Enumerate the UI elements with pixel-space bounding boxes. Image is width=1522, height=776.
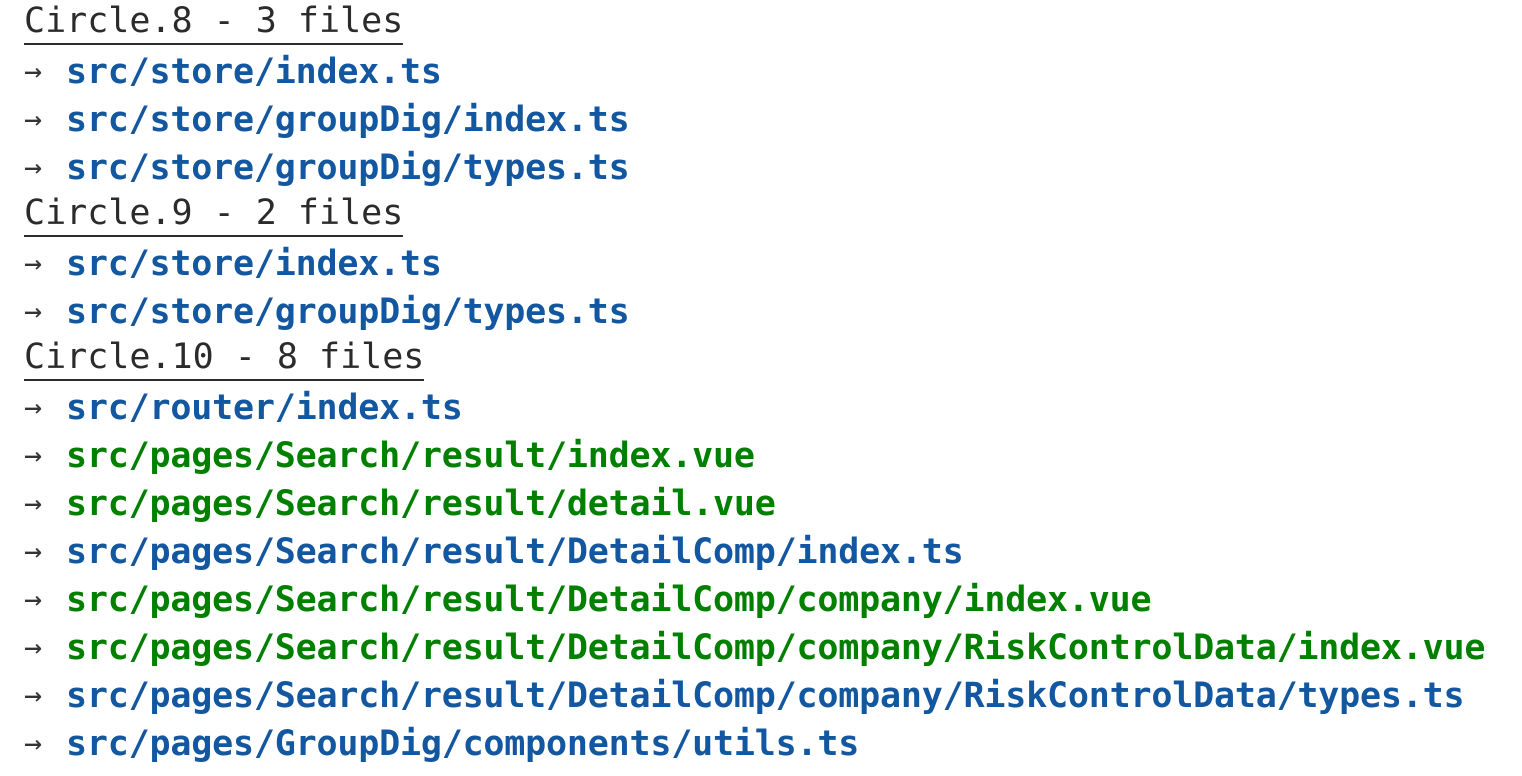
file-row[interactable]: → src/store/index.ts <box>24 240 1522 288</box>
arrow-right-icon: → <box>24 54 43 89</box>
arrow-right-icon: → <box>24 390 43 425</box>
file-row-inner: → src/store/groupDig/index.ts <box>24 96 630 144</box>
arrow-right-icon: → <box>24 486 43 521</box>
arrow-right-icon: → <box>24 246 43 281</box>
file-path-label[interactable]: src/pages/Search/result/detail.vue <box>66 480 776 528</box>
file-row[interactable]: → src/store/groupDig/index.ts <box>24 96 1522 144</box>
file-row[interactable]: → src/pages/Search/result/DetailComp/comp… <box>24 576 1522 624</box>
file-row-inner: → src/store/groupDig/types.ts <box>24 144 630 192</box>
file-row-inner: → src/pages/Search/result/DetailComp/comp… <box>24 624 1485 672</box>
file-path-label[interactable]: src/pages/Search/result/DetailComp/compa… <box>66 624 1485 672</box>
file-row-inner: → src/store/index.ts <box>24 48 442 96</box>
group-header-label: Circle.9 - 2 files <box>24 192 404 237</box>
file-row-inner: → src/pages/Search/result/DetailComp/comp… <box>24 576 1152 624</box>
file-row-inner: → src/pages/Search/result/DetailComp/inde… <box>24 528 964 576</box>
file-row[interactable]: → src/store/index.ts <box>24 48 1522 96</box>
file-row[interactable]: → src/pages/Search/result/DetailComp/comp… <box>24 672 1522 720</box>
group-header: Circle.10 - 8 files <box>24 336 1522 384</box>
file-row-inner: → src/pages/Search/result/index.vue <box>24 432 755 480</box>
file-row-inner: → src/pages/GroupDig/components/utils.ts <box>24 720 859 768</box>
group-header-label: Circle.8 - 3 files <box>24 0 404 45</box>
group-header-label: Circle.10 - 8 files <box>24 336 425 381</box>
file-row[interactable]: → src/pages/Search/result/DetailComp/comp… <box>24 624 1522 672</box>
file-path-label[interactable]: src/store/groupDig/index.ts <box>66 96 630 144</box>
arrow-right-icon: → <box>24 678 43 713</box>
file-row-inner: → src/router/index.ts <box>24 384 463 432</box>
arrow-right-icon: → <box>24 150 43 185</box>
arrow-right-icon: → <box>24 582 43 617</box>
file-path-label[interactable]: src/pages/Search/result/index.vue <box>66 432 755 480</box>
file-row-inner: → src/store/groupDig/types.ts <box>24 288 630 336</box>
arrow-right-icon: → <box>24 726 43 761</box>
file-row-inner: → src/store/index.ts <box>24 240 442 288</box>
file-row[interactable]: → src/store/groupDig/types.ts <box>24 288 1522 336</box>
file-path-label[interactable]: src/pages/Search/result/DetailComp/compa… <box>66 672 1465 720</box>
file-path-label[interactable]: src/store/index.ts <box>66 48 442 96</box>
file-row-inner: → src/pages/Search/result/DetailComp/comp… <box>24 672 1465 720</box>
arrow-right-icon: → <box>24 534 43 569</box>
file-listing-root: Circle.8 - 3 files → src/store/index.ts → sr… <box>0 0 1522 776</box>
group-header: Circle.9 - 2 files <box>24 192 1522 240</box>
arrow-right-icon: → <box>24 294 43 329</box>
file-path-label[interactable]: src/pages/Search/result/DetailComp/compa… <box>66 576 1152 624</box>
group-header: Circle.8 - 3 files <box>24 0 1522 48</box>
file-path-label[interactable]: src/store/index.ts <box>66 240 442 288</box>
arrow-right-icon: → <box>24 438 43 473</box>
file-row[interactable]: → src/store/groupDig/types.ts <box>24 144 1522 192</box>
file-row[interactable]: → src/pages/GroupDig/components/utils.ts <box>24 720 1522 768</box>
file-row-inner: → src/pages/Search/result/detail.vue <box>24 480 776 528</box>
file-path-label[interactable]: src/pages/GroupDig/components/utils.ts <box>66 720 859 768</box>
file-row[interactable]: → src/pages/Search/result/index.vue <box>24 432 1522 480</box>
file-path-label[interactable]: src/router/index.ts <box>66 384 463 432</box>
file-path-label[interactable]: src/store/groupDig/types.ts <box>66 144 630 192</box>
file-row[interactable]: → src/pages/Search/result/DetailComp/inde… <box>24 528 1522 576</box>
arrow-right-icon: → <box>24 102 43 137</box>
file-path-label[interactable]: src/store/groupDig/types.ts <box>66 288 630 336</box>
file-row[interactable]: → src/router/index.ts <box>24 384 1522 432</box>
file-row[interactable]: → src/pages/Search/result/detail.vue <box>24 480 1522 528</box>
arrow-right-icon: → <box>24 630 43 665</box>
file-path-label[interactable]: src/pages/Search/result/DetailComp/index… <box>66 528 964 576</box>
